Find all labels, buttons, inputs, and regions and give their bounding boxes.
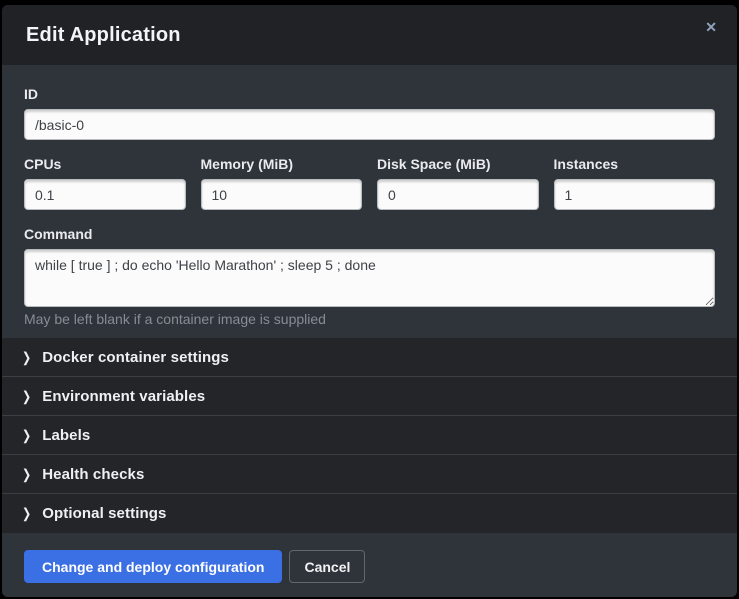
command-label: Command bbox=[24, 226, 715, 243]
cpus-field-group: CPUs bbox=[24, 156, 186, 210]
instances-input[interactable] bbox=[554, 179, 716, 210]
section-environment-variables[interactable]: ❯ Environment variables bbox=[2, 377, 737, 416]
section-optional-settings[interactable]: ❯ Optional settings bbox=[2, 494, 737, 533]
chevron-right-icon: ❯ bbox=[22, 427, 31, 443]
section-label: Health checks bbox=[42, 466, 144, 483]
chevron-right-icon: ❯ bbox=[22, 466, 31, 482]
instances-field-group: Instances bbox=[554, 156, 716, 210]
section-label: Optional settings bbox=[42, 505, 166, 522]
change-and-deploy-button[interactable]: Change and deploy configuration bbox=[24, 550, 282, 583]
disk-input[interactable] bbox=[377, 179, 539, 210]
modal-footer: Change and deploy configuration Cancel bbox=[2, 533, 737, 597]
disk-label: Disk Space (MiB) bbox=[377, 156, 539, 173]
chevron-right-icon: ❯ bbox=[22, 388, 31, 404]
section-label: Environment variables bbox=[42, 388, 205, 405]
instances-label: Instances bbox=[554, 156, 716, 173]
disk-field-group: Disk Space (MiB) bbox=[377, 156, 539, 210]
memory-input[interactable] bbox=[201, 179, 363, 210]
chevron-right-icon: ❯ bbox=[22, 349, 31, 365]
edit-application-modal: Edit Application ✕ ID CPUs Memory (MiB) … bbox=[2, 5, 737, 597]
application-form: ID CPUs Memory (MiB) Disk Space (MiB) In… bbox=[2, 65, 737, 338]
cpus-input[interactable] bbox=[24, 179, 186, 210]
section-label: Labels bbox=[42, 427, 90, 444]
command-help-text: May be left blank if a container image i… bbox=[24, 311, 715, 328]
cpus-label: CPUs bbox=[24, 156, 186, 173]
section-docker-container-settings[interactable]: ❯ Docker container settings bbox=[2, 338, 737, 377]
memory-label: Memory (MiB) bbox=[201, 156, 363, 173]
resources-row: CPUs Memory (MiB) Disk Space (MiB) Insta… bbox=[24, 156, 715, 210]
section-label: Docker container settings bbox=[42, 349, 229, 366]
id-label: ID bbox=[24, 86, 715, 103]
modal-header: Edit Application ✕ bbox=[2, 5, 737, 65]
id-input[interactable] bbox=[24, 109, 715, 140]
memory-field-group: Memory (MiB) bbox=[201, 156, 363, 210]
command-field-group: Command while [ true ] ; do echo 'Hello … bbox=[24, 226, 715, 328]
command-textarea[interactable]: while [ true ] ; do echo 'Hello Marathon… bbox=[24, 249, 715, 307]
id-field-group: ID bbox=[24, 86, 715, 140]
chevron-right-icon: ❯ bbox=[22, 505, 31, 521]
modal-title: Edit Application bbox=[26, 24, 181, 47]
close-icon[interactable]: ✕ bbox=[701, 16, 721, 38]
section-health-checks[interactable]: ❯ Health checks bbox=[2, 455, 737, 494]
accordion-sections: ❯ Docker container settings ❯ Environmen… bbox=[2, 338, 737, 533]
cancel-button[interactable]: Cancel bbox=[289, 550, 365, 583]
section-labels[interactable]: ❯ Labels bbox=[2, 416, 737, 455]
